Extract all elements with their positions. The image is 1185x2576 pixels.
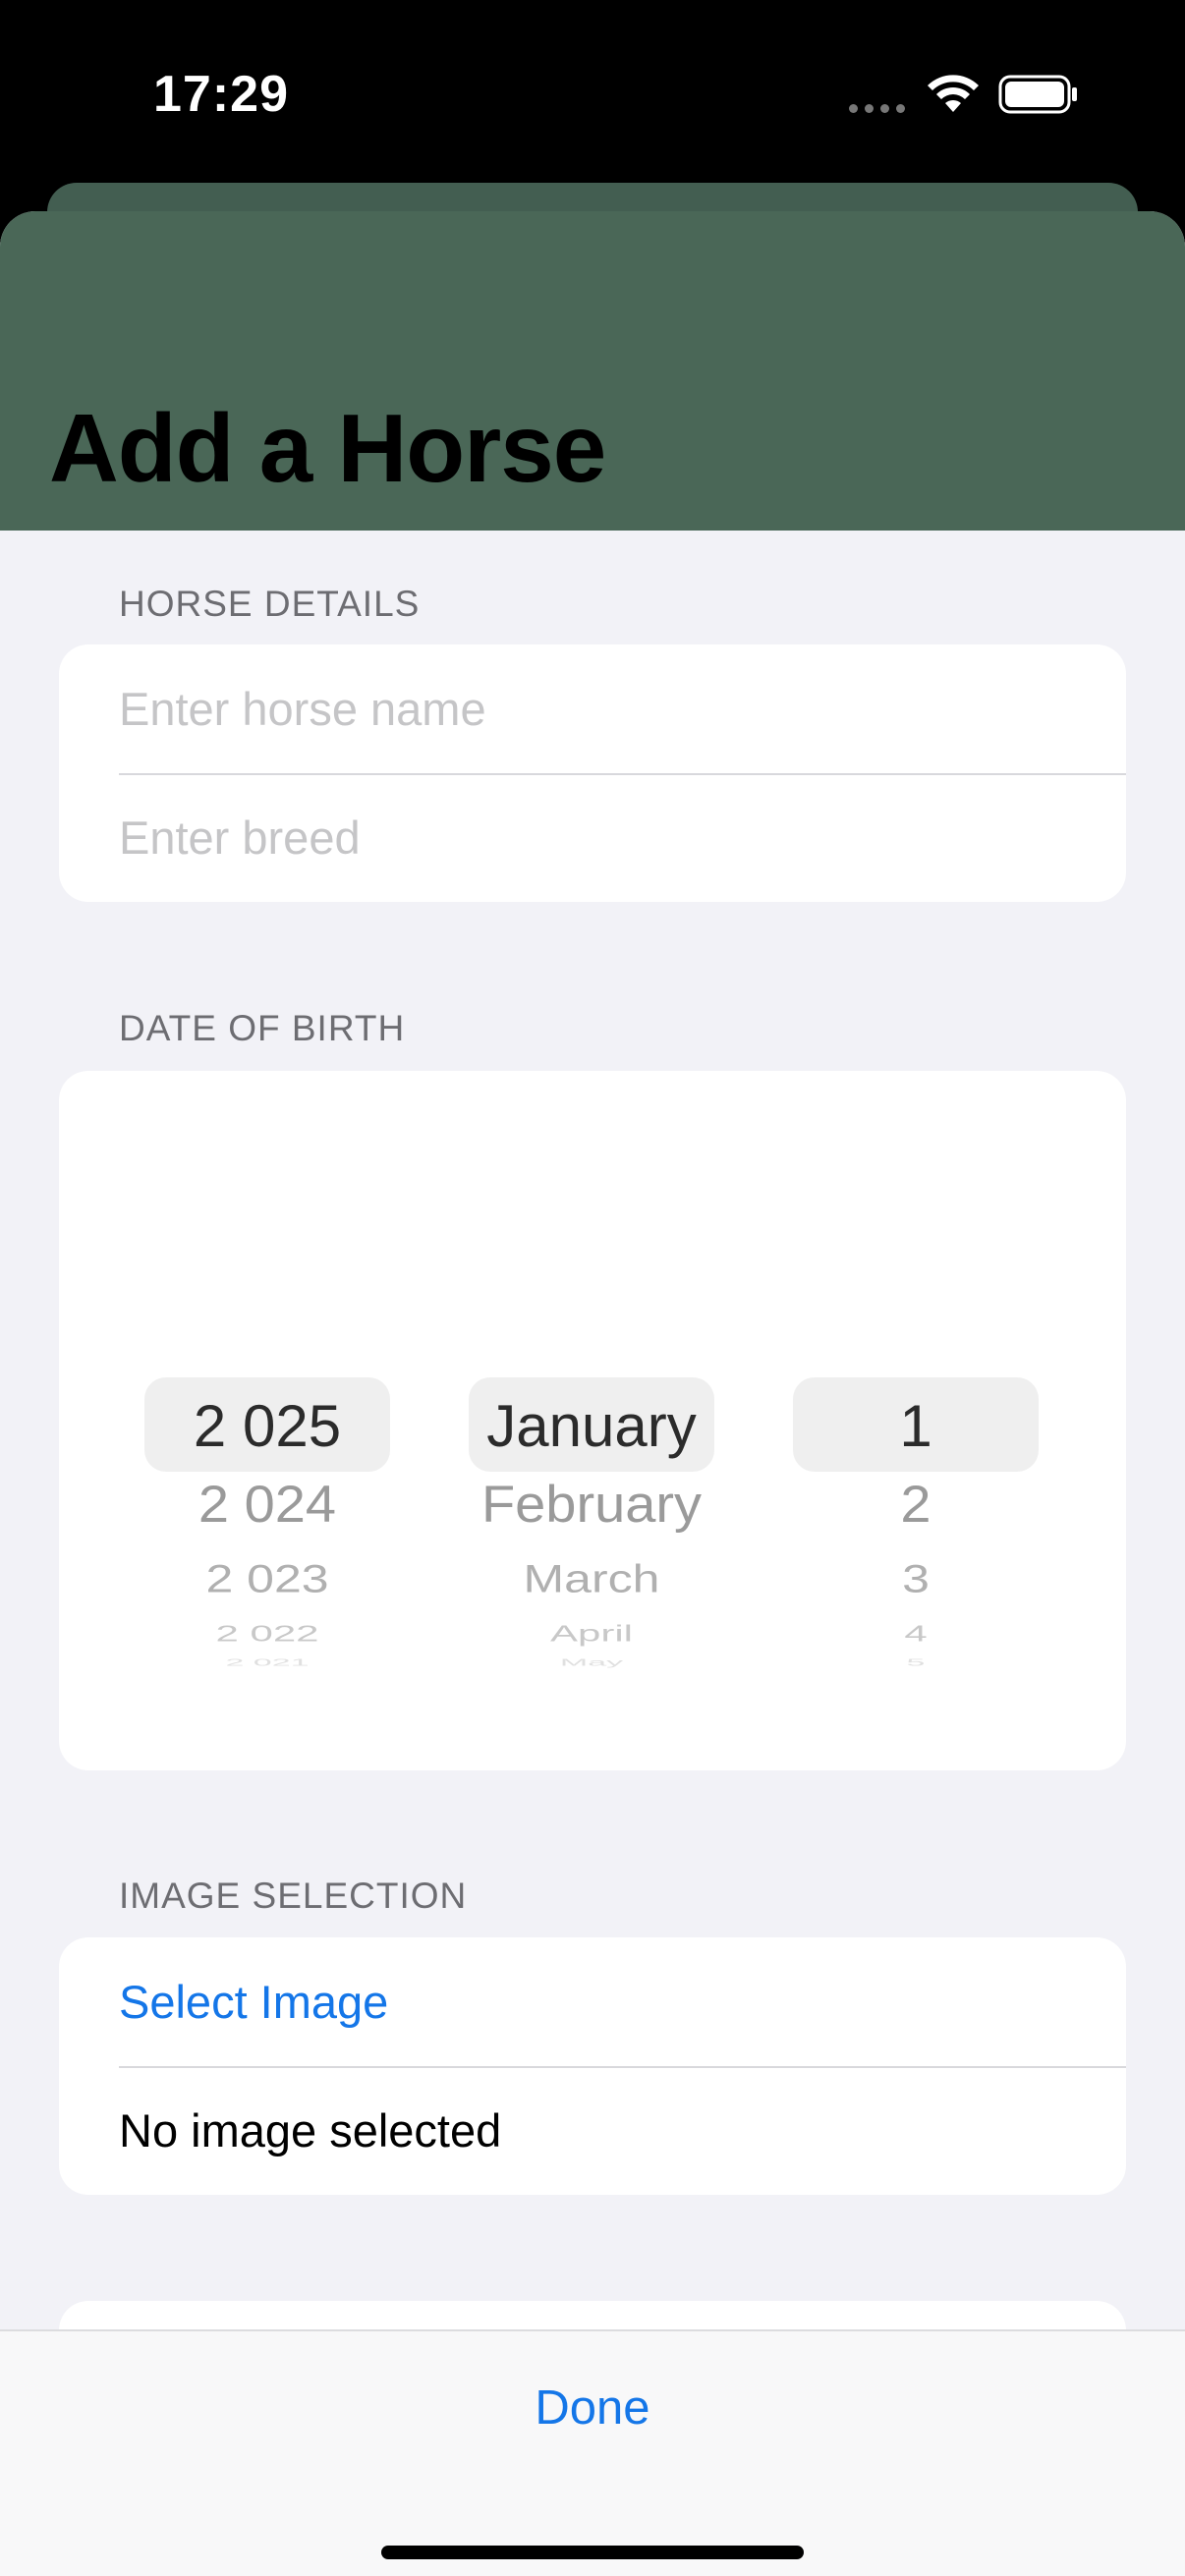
day-option[interactable]: 3 bbox=[793, 1556, 1039, 1601]
navigation-header: Add a Horse bbox=[0, 211, 1185, 531]
year-option[interactable]: 2 023 bbox=[144, 1556, 390, 1601]
page-title: Add a Horse bbox=[49, 394, 606, 502]
month-wheel[interactable]: January February March April May bbox=[469, 1071, 714, 1770]
date-picker[interactable]: 2 025 2 024 2 023 2 022 2 021 January Fe… bbox=[59, 1071, 1126, 1770]
month-option[interactable]: May bbox=[469, 1657, 714, 1669]
year-option[interactable]: 2 024 bbox=[144, 1474, 390, 1535]
image-selection-header: IMAGE SELECTION bbox=[119, 1876, 468, 1916]
month-option[interactable]: March bbox=[469, 1556, 714, 1601]
day-option[interactable]: 4 bbox=[793, 1621, 1039, 1647]
date-of-birth-header: DATE OF BIRTH bbox=[119, 1008, 406, 1048]
battery-icon bbox=[998, 75, 1077, 114]
breed-input[interactable] bbox=[119, 811, 1062, 865]
day-option[interactable]: 2 bbox=[793, 1474, 1039, 1535]
breed-row bbox=[59, 773, 1126, 902]
cellular-dots-icon bbox=[849, 104, 905, 113]
horse-name-input[interactable] bbox=[119, 682, 1062, 736]
status-bar: 17:29 bbox=[0, 0, 1185, 187]
horse-name-row bbox=[59, 644, 1126, 773]
wifi-icon bbox=[928, 75, 979, 112]
add-horse-sheet: Add a Horse HORSE DETAILS DATE OF BIRTH … bbox=[0, 211, 1185, 2576]
done-button[interactable]: Done bbox=[0, 2380, 1185, 2436]
month-option[interactable]: February bbox=[469, 1474, 714, 1535]
select-image-button[interactable]: Select Image bbox=[119, 1975, 388, 2029]
home-indicator bbox=[381, 2546, 804, 2559]
image-status-text: No image selected bbox=[119, 2104, 502, 2156]
year-option[interactable]: 2 021 bbox=[144, 1657, 390, 1669]
month-option[interactable]: January bbox=[469, 1392, 714, 1460]
year-option[interactable]: 2 025 bbox=[144, 1392, 390, 1460]
horse-details-card bbox=[59, 644, 1126, 902]
year-wheel[interactable]: 2 025 2 024 2 023 2 022 2 021 bbox=[144, 1071, 390, 1770]
year-option[interactable]: 2 022 bbox=[144, 1621, 390, 1647]
day-option[interactable]: 5 bbox=[793, 1657, 1039, 1669]
day-wheel[interactable]: 1 2 3 4 5 bbox=[793, 1071, 1039, 1770]
date-of-birth-card: 2 025 2 024 2 023 2 022 2 021 January Fe… bbox=[59, 1071, 1126, 1770]
horse-details-header: HORSE DETAILS bbox=[119, 584, 421, 624]
image-status-row: No image selected bbox=[59, 2066, 1126, 2195]
day-option[interactable]: 1 bbox=[793, 1392, 1039, 1460]
image-selection-card: Select Image No image selected bbox=[59, 1937, 1126, 2195]
month-option[interactable]: April bbox=[469, 1621, 714, 1647]
status-time: 17:29 bbox=[153, 66, 289, 123]
bottom-toolbar: Done bbox=[0, 2329, 1185, 2576]
select-image-row[interactable]: Select Image bbox=[59, 1937, 1126, 2066]
